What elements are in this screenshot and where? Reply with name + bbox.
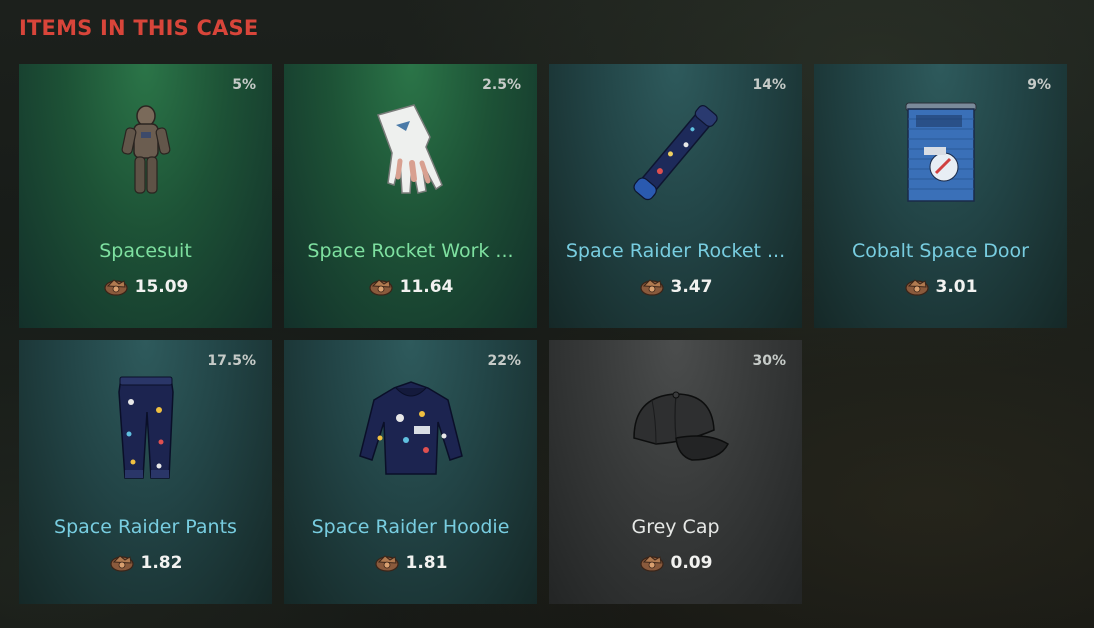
item-price: 0.09 [670,553,713,573]
item-card-grey-cap[interactable]: 30% Grey Cap 0.09 [549,340,802,604]
item-price: 1.81 [405,553,448,573]
item-card-space-raider-hoodie[interactable]: 22% Space Raider Hoodie 1.81 [284,340,537,604]
hoodie-icon [336,368,486,488]
spacesuit-icon [71,92,221,212]
item-price: 15.09 [134,277,189,297]
items-grid: 5% Spacesuit 15.09 2.5% Space Rocket Wor… [19,64,1067,604]
pants-icon [71,368,221,488]
drop-chance: 2.5% [482,77,521,93]
item-name: Spacesuit [99,240,192,262]
drop-chance: 17.5% [207,353,256,369]
scrap-icon [639,552,665,574]
item-name: Space Raider Rocket ... [565,240,786,262]
scrap-icon [904,276,930,298]
item-price: 1.82 [140,553,183,573]
rocket-launcher-icon [601,92,751,212]
scrap-icon [368,276,394,298]
drop-chance: 9% [1027,77,1051,93]
scrap-icon [109,552,135,574]
scrap-icon [103,276,129,298]
price-row: 1.82 [19,552,272,574]
item-card-cobalt-space-door[interactable]: 9% Cobalt Space Door 3.01 [814,64,1067,328]
price-row: 15.09 [19,276,272,298]
drop-chance: 30% [752,353,786,369]
item-card-space-raider-pants[interactable]: 17.5% Space Raider Pants 1.82 [19,340,272,604]
drop-chance: 14% [752,77,786,93]
item-card-space-rocket-work-gloves[interactable]: 2.5% Space Rocket Work ... 11.64 [284,64,537,328]
glove-icon [336,92,486,212]
cap-icon [601,368,751,488]
price-row: 3.47 [549,276,802,298]
item-name: Cobalt Space Door [852,240,1029,262]
item-price: 11.64 [399,277,454,297]
item-card-spacesuit[interactable]: 5% Spacesuit 15.09 [19,64,272,328]
price-row: 0.09 [549,552,802,574]
garage-door-icon [866,92,1016,212]
drop-chance: 5% [232,77,256,93]
item-price: 3.47 [670,277,713,297]
item-name: Space Raider Hoodie [311,516,510,538]
section-title: ITEMS IN THIS CASE [19,16,259,40]
scrap-icon [639,276,665,298]
price-row: 11.64 [284,276,537,298]
item-name: Space Raider Pants [54,516,237,538]
item-name: Grey Cap [631,516,720,538]
item-card-space-raider-rocket-launcher[interactable]: 14% Space Raider Rocket ... 3.47 [549,64,802,328]
item-name: Space Rocket Work ... [307,240,514,262]
price-row: 3.01 [814,276,1067,298]
scrap-icon [374,552,400,574]
drop-chance: 22% [487,353,521,369]
item-price: 3.01 [935,277,978,297]
price-row: 1.81 [284,552,537,574]
